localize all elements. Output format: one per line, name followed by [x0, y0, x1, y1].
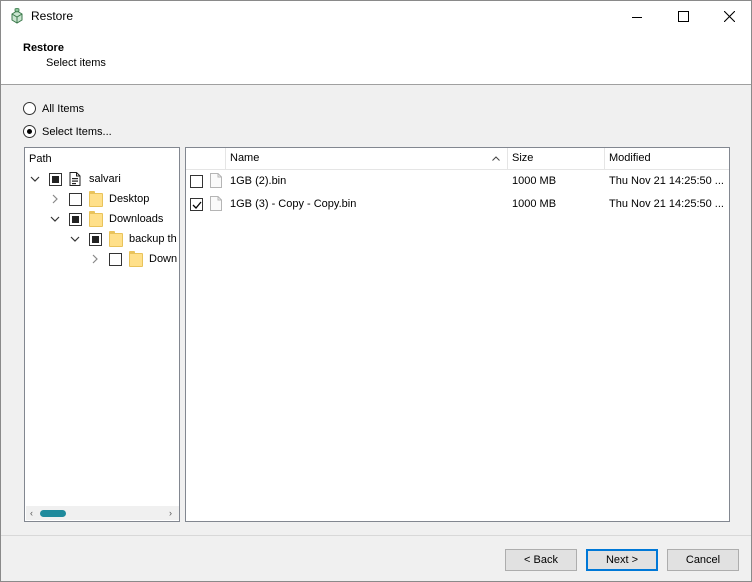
file-list[interactable]: Name Size Modified 1GB (2).bin 1000 MB T…: [185, 147, 730, 522]
minimize-icon: [632, 16, 642, 18]
file-icon: [210, 173, 222, 188]
tree-label-backup: backup th: [129, 233, 177, 245]
file-modified: Thu Nov 21 14:25:50 ...: [609, 175, 724, 187]
wizard-title: Restore: [23, 42, 64, 54]
chevron-down-icon[interactable]: [29, 173, 41, 185]
tree-checkbox-desktop[interactable]: [69, 192, 82, 206]
next-button[interactable]: Next >: [586, 549, 658, 571]
chevron-down-icon[interactable]: [49, 213, 61, 225]
scroll-thumb[interactable]: [40, 510, 66, 517]
title-bar: Restore: [1, 1, 751, 32]
tree-checkbox-backup[interactable]: [89, 232, 102, 246]
minimize-button[interactable]: [614, 1, 660, 32]
file-name: 1GB (2).bin: [230, 175, 287, 187]
maximize-button[interactable]: [660, 1, 706, 32]
document-icon: [69, 172, 81, 186]
all-items-radio[interactable]: [23, 102, 36, 115]
column-header-name[interactable]: Name: [230, 152, 259, 164]
folder-icon: [89, 211, 103, 227]
tree-label-salvari: salvari: [89, 173, 121, 185]
chevron-right-icon[interactable]: [49, 193, 61, 205]
folder-icon: [129, 251, 143, 267]
folder-icon: [89, 191, 103, 207]
path-header: Path: [29, 153, 52, 165]
tree-label-downloads: Downloads: [109, 213, 164, 225]
cancel-button[interactable]: Cancel: [667, 549, 739, 571]
maximize-icon: [677, 11, 689, 22]
sort-ascending-icon: [492, 156, 500, 161]
footer-divider: [1, 535, 751, 536]
tree-node-salvari[interactable]: salvari: [29, 170, 121, 188]
file-size: 1000 MB: [512, 198, 557, 210]
column-header-size[interactable]: Size: [512, 152, 533, 164]
tree-node-down[interactable]: Down: [89, 250, 177, 268]
table-row[interactable]: 1GB (2).bin 1000 MB Thu Nov 21 14:25:50 …: [186, 170, 729, 192]
tree-node-backup[interactable]: backup th: [69, 230, 177, 248]
all-items-option[interactable]: All Items: [23, 102, 84, 115]
close-button[interactable]: [706, 1, 752, 32]
scroll-right-icon[interactable]: ›: [169, 508, 172, 518]
file-size: 1000 MB: [512, 175, 557, 187]
tree-node-downloads[interactable]: Downloads: [49, 210, 163, 228]
column-separator[interactable]: [604, 148, 605, 170]
tree-checkbox-salvari[interactable]: [49, 172, 62, 186]
close-icon: [723, 11, 735, 22]
list-header: Name Size Modified: [186, 148, 729, 170]
file-modified: Thu Nov 21 14:25:50 ...: [609, 198, 724, 210]
folder-icon: [109, 231, 123, 247]
select-items-label: Select Items...: [42, 125, 112, 138]
restore-window: Restore Restore Select items All Items S…: [0, 0, 752, 582]
back-button[interactable]: < Back: [505, 549, 577, 571]
window-title: Restore: [31, 9, 74, 23]
wizard-header: Restore Select items: [1, 32, 751, 85]
checkmark-icon: [192, 201, 202, 209]
row-checkbox[interactable]: [190, 198, 203, 211]
tree-horizontal-scrollbar[interactable]: ‹ ›: [26, 506, 179, 520]
chevron-right-icon[interactable]: [89, 253, 101, 265]
path-tree[interactable]: Path salvari Desktop Downloads backup th…: [24, 147, 180, 522]
file-name: 1GB (3) - Copy - Copy.bin: [230, 198, 357, 210]
select-items-radio[interactable]: [23, 125, 36, 138]
tree-label-down: Down: [149, 253, 178, 265]
column-separator[interactable]: [225, 148, 226, 170]
file-icon: [210, 196, 222, 211]
app-icon: [11, 8, 23, 24]
wizard-subtitle: Select items: [46, 57, 106, 69]
tree-label-desktop: Desktop: [109, 193, 150, 205]
column-header-modified[interactable]: Modified: [609, 152, 651, 164]
table-row[interactable]: 1GB (3) - Copy - Copy.bin 1000 MB Thu No…: [186, 193, 729, 215]
all-items-label: All Items: [42, 102, 85, 115]
tree-checkbox-downloads[interactable]: [69, 212, 82, 226]
tree-node-desktop[interactable]: Desktop: [49, 190, 149, 208]
chevron-down-icon[interactable]: [69, 233, 81, 245]
row-checkbox[interactable]: [190, 175, 203, 188]
column-separator[interactable]: [507, 148, 508, 170]
tree-checkbox-down[interactable]: [109, 252, 122, 266]
scroll-left-icon[interactable]: ‹: [30, 508, 33, 518]
select-items-option[interactable]: Select Items...: [23, 125, 112, 138]
